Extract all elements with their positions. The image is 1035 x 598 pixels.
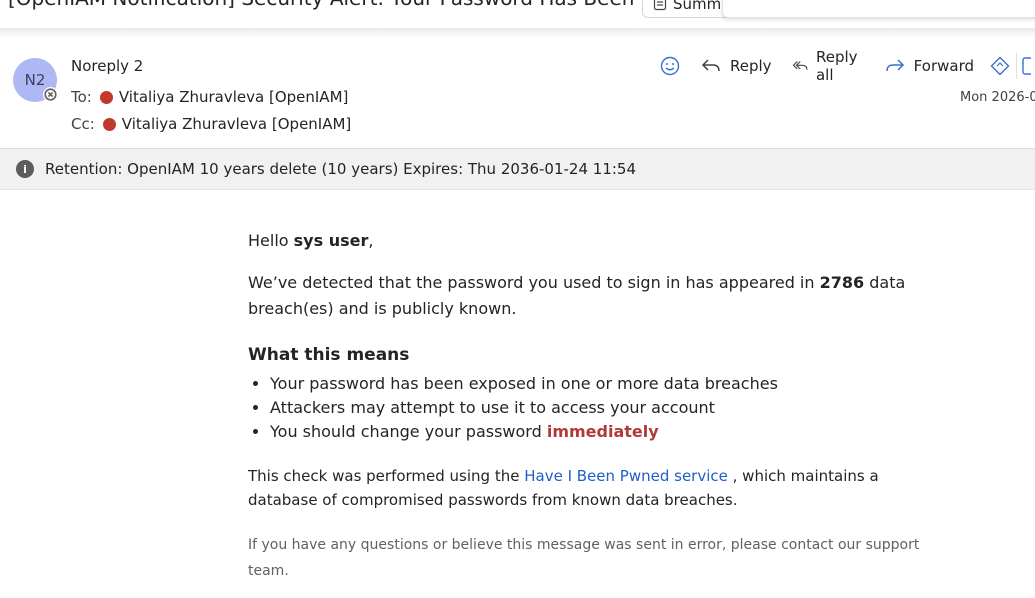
retention-banner: i Retention: OpenIAM 10 years delete (10… <box>0 148 1035 190</box>
panel-icon <box>1022 57 1031 75</box>
list-item: You should change your password immediat… <box>270 420 928 444</box>
reply-button[interactable]: Reply <box>690 53 782 79</box>
footer-note: If you have any questions or believe thi… <box>248 537 920 579</box>
check-paragraph: This check was performed using the Have … <box>248 464 928 512</box>
info-icon: i <box>16 160 34 178</box>
detection-paragraph: We’ve detected that the password you use… <box>248 270 928 322</box>
to-recipient[interactable]: Vitaliya Zhuravleva [OpenIAM] <box>119 88 349 106</box>
subject-bar: [OpenIAM Notification] Security Alert: Y… <box>0 0 1035 28</box>
emoji-button[interactable] <box>656 53 690 79</box>
avatar-initials: N2 <box>24 71 46 89</box>
presence-status-icon <box>43 87 58 102</box>
to-label: To: <box>71 88 92 106</box>
reply-all-label: Reply all <box>815 48 858 84</box>
list-item-text: You should change your password <box>270 422 547 441</box>
greeting-name: sys user <box>293 231 369 250</box>
message-date: Mon 2026-01 <box>960 90 1035 105</box>
urgent-emphasis: immediately <box>546 422 659 441</box>
summary-icon <box>653 0 667 11</box>
greeting-suffix: , <box>368 231 374 250</box>
message-actions: Reply Reply all Forward <box>656 48 1035 84</box>
recipient-status-icon <box>99 90 113 104</box>
apps-diamond-icon <box>990 56 1010 76</box>
detection-prefix: We’ve detected that the password you use… <box>248 273 820 292</box>
sender-name[interactable]: Noreply 2 <box>71 57 143 75</box>
recipient-status-icon <box>102 117 116 131</box>
reply-icon <box>701 59 720 72</box>
section-heading: What this means <box>248 345 410 365</box>
smiley-icon <box>660 56 680 76</box>
check-prefix: This check was performed using the <box>248 467 525 485</box>
forward-icon <box>885 59 904 72</box>
email-body: Hello sys user, We’ve detected that the … <box>248 228 928 598</box>
to-row: To: Vitaliya Zhuravleva [OpenIAM] <box>71 88 348 106</box>
reply-all-icon <box>792 61 808 70</box>
forward-button[interactable]: Forward <box>874 53 984 79</box>
list-item: Your password has been exposed in one or… <box>270 372 928 396</box>
forward-label: Forward <box>913 57 974 75</box>
retention-text: Retention: OpenIAM 10 years delete (10 y… <box>45 160 636 178</box>
breach-count: 2786 <box>819 273 865 292</box>
cc-label: Cc: <box>71 115 95 133</box>
cc-row: Cc: Vitaliya Zhuravleva [OpenIAM] <box>71 115 351 133</box>
apps-button[interactable] <box>984 53 1016 79</box>
header-divider <box>0 28 1035 38</box>
list-item: Attackers may attempt to use it to acces… <box>270 396 928 420</box>
reply-all-button[interactable]: Reply all <box>782 48 874 84</box>
overlay-popup <box>722 0 1035 18</box>
hibp-link[interactable]: Have I Been Pwned service <box>524 467 728 485</box>
more-actions-button[interactable] <box>1016 53 1035 79</box>
cc-recipient[interactable]: Vitaliya Zhuravleva [OpenIAM] <box>122 115 352 133</box>
reply-label: Reply <box>730 57 772 75</box>
meaning-list: Your password has been exposed in one or… <box>248 372 928 444</box>
greeting-prefix: Hello <box>248 231 294 250</box>
greeting: Hello sys user, <box>248 228 928 254</box>
